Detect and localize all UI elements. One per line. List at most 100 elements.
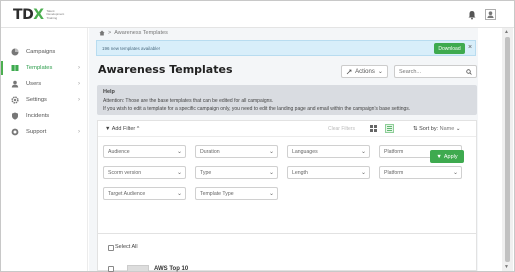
scorm-version-select[interactable]: Scorm version ⌄ xyxy=(103,166,186,179)
filter-toolbar: ▼ Add Filter ^ Clear Filters ⇅ Sort by: … xyxy=(98,121,476,137)
sort-by-control[interactable]: ⇅ Sort by: Name ⌄ xyxy=(413,126,460,132)
top-bar: TDX Talent Development Training xyxy=(1,1,514,28)
chevron-down-icon: ⌄ xyxy=(455,126,461,132)
select-value: Template Type xyxy=(200,190,234,197)
actions-label: Actions xyxy=(355,68,375,75)
select-value: Duration xyxy=(200,148,220,155)
bell-icon[interactable] xyxy=(467,10,477,20)
chevron-down-icon: ⌄ xyxy=(268,149,274,155)
chevron-down-icon: ⌄ xyxy=(452,170,458,176)
user-icon xyxy=(11,80,19,88)
active-indicator xyxy=(1,61,3,75)
chevron-down-icon: ⌄ xyxy=(268,191,274,197)
scrollbar[interactable]: ▲ ▼ xyxy=(502,28,513,271)
select-value: Target Audience xyxy=(108,190,146,197)
apply-label: Apply xyxy=(443,153,458,160)
breadcrumb-current: Awareness Templates xyxy=(114,30,168,36)
filter-icon: ▼ xyxy=(436,153,442,160)
select-value: Platform xyxy=(384,169,404,176)
logo-subtitle: Talent Development Training xyxy=(46,8,65,20)
user-profile-icon[interactable] xyxy=(485,9,496,20)
sidebar-item-label: Settings xyxy=(26,97,47,103)
right-gutter xyxy=(478,28,502,271)
template-thumbnail[interactable] xyxy=(127,265,149,272)
sort-icon: ⇅ xyxy=(413,126,418,132)
length-select[interactable]: Length ⌄ xyxy=(287,166,370,179)
new-templates-banner: 196 new templates available! Download × xyxy=(96,40,476,56)
list-lines-icon xyxy=(387,126,392,131)
type-select[interactable]: Type ⌄ xyxy=(195,166,278,179)
download-button[interactable]: Download xyxy=(434,43,465,54)
gear-icon xyxy=(11,96,19,104)
add-filter-label: Add Filter xyxy=(111,126,136,132)
chevron-up-icon: ^ xyxy=(136,126,140,132)
select-all-label: Select All xyxy=(115,244,138,250)
search-input[interactable] xyxy=(399,68,459,75)
banner-text: 196 new templates available! xyxy=(102,46,161,51)
select-value: Audience xyxy=(108,148,130,155)
chevron-down-icon: ⌄ xyxy=(176,149,182,155)
help-text-line: Attention: Those are the base templates … xyxy=(103,98,274,104)
breadcrumb: > Awareness Templates xyxy=(99,30,168,36)
select-all-checkbox[interactable] xyxy=(108,245,114,251)
duration-select[interactable]: Duration ⌄ xyxy=(195,145,278,158)
actions-dropdown[interactable]: Actions ⌄ xyxy=(341,65,388,78)
scroll-down-icon[interactable]: ▼ xyxy=(504,264,509,270)
chevron-down-icon: ⌄ xyxy=(268,170,274,176)
select-value: Type xyxy=(200,169,212,176)
select-value: Scorm version xyxy=(108,169,142,176)
chevron-right-icon: › xyxy=(78,65,80,71)
sort-by-label: Sort by: xyxy=(419,126,439,132)
clear-filters-button[interactable]: Clear Filters xyxy=(328,126,355,132)
apply-button[interactable]: ▼ Apply xyxy=(430,150,464,163)
row-checkbox[interactable] xyxy=(108,266,114,272)
search-icon[interactable] xyxy=(466,69,472,75)
add-filter-button[interactable]: ▼ Add Filter ^ xyxy=(105,126,139,132)
sidebar-item-incidents[interactable]: Incidents xyxy=(1,109,88,123)
select-value: Languages xyxy=(292,148,318,155)
grid-view-icon[interactable] xyxy=(370,125,377,132)
lifebuoy-icon xyxy=(11,128,19,136)
sidebar: Campaigns Templates › Users › Settings ›… xyxy=(1,28,88,271)
list-view-icon[interactable] xyxy=(385,124,394,133)
help-text-line: If you wish to edit a template for a spe… xyxy=(103,106,411,112)
sidebar-item-templates[interactable]: Templates › xyxy=(1,61,88,75)
template-type-select[interactable]: Template Type ⌄ xyxy=(195,187,278,200)
chevron-down-icon: ⌄ xyxy=(176,170,182,176)
help-box: Help Attention: Those are the base templ… xyxy=(97,85,477,115)
sidebar-item-support[interactable]: Support › xyxy=(1,125,88,139)
actions-icon xyxy=(346,69,352,74)
scroll-up-icon[interactable]: ▲ xyxy=(504,29,509,35)
sidebar-item-users[interactable]: Users › xyxy=(1,77,88,91)
target-audience-select[interactable]: Target Audience ⌄ xyxy=(103,187,186,200)
close-icon[interactable]: × xyxy=(468,44,472,51)
scrollbar-thumb[interactable] xyxy=(505,37,510,262)
template-name[interactable]: AWS Top 10 xyxy=(154,266,188,272)
search-box[interactable] xyxy=(394,65,477,78)
sidebar-item-campaigns[interactable]: Campaigns xyxy=(1,45,88,59)
sidebar-item-settings[interactable]: Settings › xyxy=(1,93,88,107)
audience-select[interactable]: Audience ⌄ xyxy=(103,145,186,158)
chevron-right-icon: › xyxy=(78,97,80,103)
platform-select-2[interactable]: Platform ⌄ xyxy=(379,166,462,179)
languages-select[interactable]: Languages ⌄ xyxy=(287,145,370,158)
book-icon xyxy=(11,65,19,71)
shield-icon xyxy=(12,112,18,120)
sidebar-item-label: Campaigns xyxy=(26,49,56,55)
logo[interactable]: TDX Talent Development Training xyxy=(13,7,68,23)
select-value: Platform xyxy=(384,148,404,155)
pie-chart-icon xyxy=(11,48,19,56)
template-list: Select All AWS Top 10 xyxy=(97,233,477,272)
page-title: Awareness Templates xyxy=(98,63,233,76)
sidebar-item-label: Incidents xyxy=(26,113,50,119)
home-icon[interactable] xyxy=(99,30,105,36)
select-value: Length xyxy=(292,169,308,176)
sidebar-item-label: Templates xyxy=(26,65,53,71)
sidebar-item-label: Users xyxy=(26,81,42,87)
breadcrumb-separator: > xyxy=(108,30,112,36)
sidebar-item-label: Support xyxy=(26,129,47,135)
chevron-down-icon: ⌄ xyxy=(377,69,383,75)
sort-by-value: Name xyxy=(439,126,455,132)
chevron-right-icon: › xyxy=(78,81,80,87)
chevron-down-icon: ⌄ xyxy=(176,191,182,197)
